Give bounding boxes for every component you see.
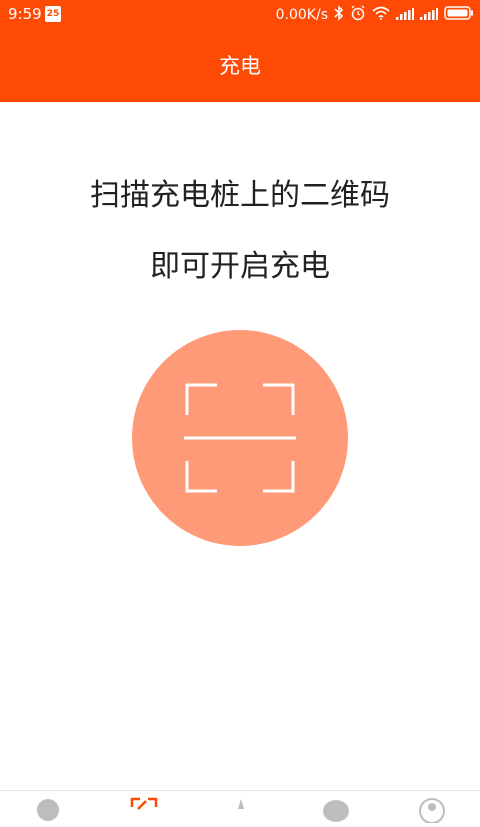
status-time: 9:59: [8, 5, 42, 23]
discover-icon: [238, 799, 244, 809]
scan-button[interactable]: [132, 330, 348, 546]
network-speed: 0.00K/s: [275, 7, 328, 23]
tab-message[interactable]: [322, 797, 349, 823]
scan-tab-icon: [130, 797, 158, 810]
tab-scan[interactable]: [130, 797, 158, 823]
status-icons: 0.00K/s: [276, 5, 474, 25]
message-icon: [323, 800, 349, 822]
profile-icon: [419, 798, 445, 824]
scan-icon: [184, 383, 296, 493]
alarm-icon: [350, 5, 366, 25]
map-icon: [37, 799, 59, 821]
battery-icon: [444, 6, 474, 24]
instruction-line-1: 扫描充电桩上的二维码: [90, 178, 390, 213]
tab-map[interactable]: [35, 797, 61, 823]
bottom-tab-bar: [0, 790, 480, 824]
status-bar: 9:59 25 0.00K/s: [0, 0, 480, 28]
signal-icon-2: [420, 6, 438, 24]
wifi-icon: [372, 6, 390, 24]
calendar-icon: 25: [45, 6, 61, 22]
signal-icon-1: [396, 6, 414, 24]
bluetooth-icon: [334, 5, 344, 25]
app-bar: 充电: [0, 28, 480, 102]
tab-profile[interactable]: [418, 797, 445, 824]
tab-discover[interactable]: [228, 797, 254, 823]
instruction-line-2: 即可开启充电: [150, 249, 330, 284]
page-title: 充电: [219, 54, 261, 78]
